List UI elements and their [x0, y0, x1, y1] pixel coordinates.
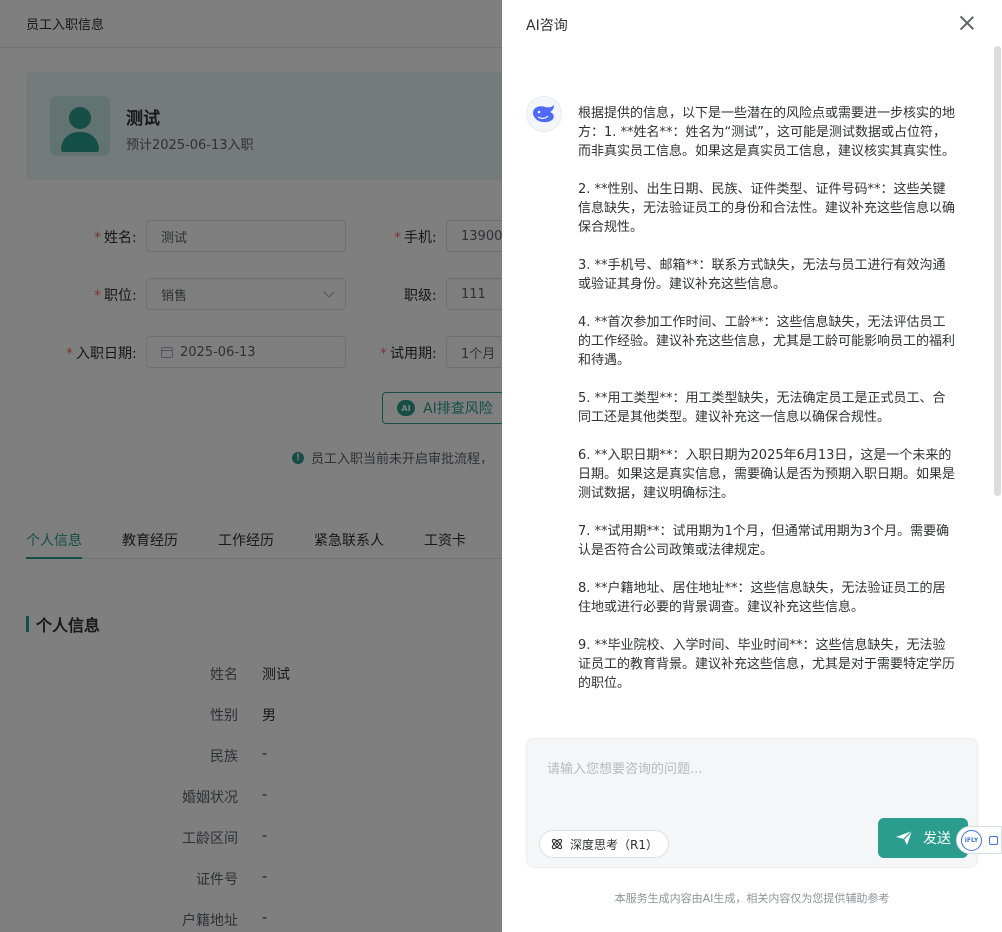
- send-button[interactable]: 发送: [878, 818, 968, 858]
- answer-paragraph: 根据提供的信息，以下是一些潜在的风险点或需要进一步核实的地方：1. **姓名**…: [578, 106, 956, 159]
- ai-consult-drawer: AI咨询 根据提供的信息，以下是一些潜在的风险点或需要进一步核实的地方：1. *…: [502, 0, 1002, 932]
- question-input[interactable]: 请输入您想要咨询的问题... 深度思考（R1） 发送: [526, 738, 978, 868]
- answer-paragraph: 7. **试用期**：试用期为1个月，但通常试用期为3个月。需要确认是否符合公司…: [578, 524, 950, 558]
- answer-paragraph: 6. **入职日期**：入职日期为2025年6月13日，这是一个未来的日期。如果…: [578, 448, 956, 501]
- whale-icon: [533, 105, 554, 123]
- deep-think-toggle[interactable]: 深度思考（R1）: [539, 830, 669, 858]
- answer-paragraph: 3. **手机号、邮箱**：联系方式缺失，无法与员工进行有效沟通或验证其身份。建…: [578, 258, 946, 292]
- window-icon: [989, 836, 998, 845]
- answer-paragraph: 4. **首次参加工作时间、工龄**：这些信息缺失，无法评估员工的工作经验。建议…: [578, 315, 956, 368]
- iflytek-logo-icon: iFLY: [961, 830, 982, 851]
- question-placeholder: 请输入您想要咨询的问题...: [547, 762, 703, 777]
- answer-paragraph: 2. **性别、出生日期、民族、证件类型、证件号码**：这些关键信息缺失，无法验…: [578, 182, 956, 235]
- answer-paragraph: 8. **户籍地址、居住地址**：这些信息缺失，无法验证员工的居住地或进行必要的…: [578, 581, 946, 615]
- ai-disclaimer: 本服务生成内容由AI生成，相关内容仅为您提供辅助参考: [614, 892, 890, 905]
- iflytek-floating-widget[interactable]: iFLY: [956, 826, 1002, 854]
- close-icon[interactable]: [958, 14, 976, 32]
- atom-icon: [551, 838, 563, 850]
- answer-paragraph: 9. **毕业院校、入学时间、毕业时间**：这些信息缺失，无法验证员工的教育背景…: [578, 638, 956, 691]
- deepseek-whale-icon: [526, 96, 562, 132]
- answer-paragraph: 5. **用工类型**：用工类型缺失，无法确定员工是正式员工、合同工还是其他类型…: [578, 391, 946, 425]
- ai-answer: 根据提供的信息，以下是一些潜在的风险点或需要进一步核实的地方：1. **姓名**…: [578, 104, 958, 714]
- send-icon: [896, 830, 913, 845]
- scrollbar[interactable]: [994, 46, 1001, 496]
- drawer-title: AI咨询: [526, 18, 568, 34]
